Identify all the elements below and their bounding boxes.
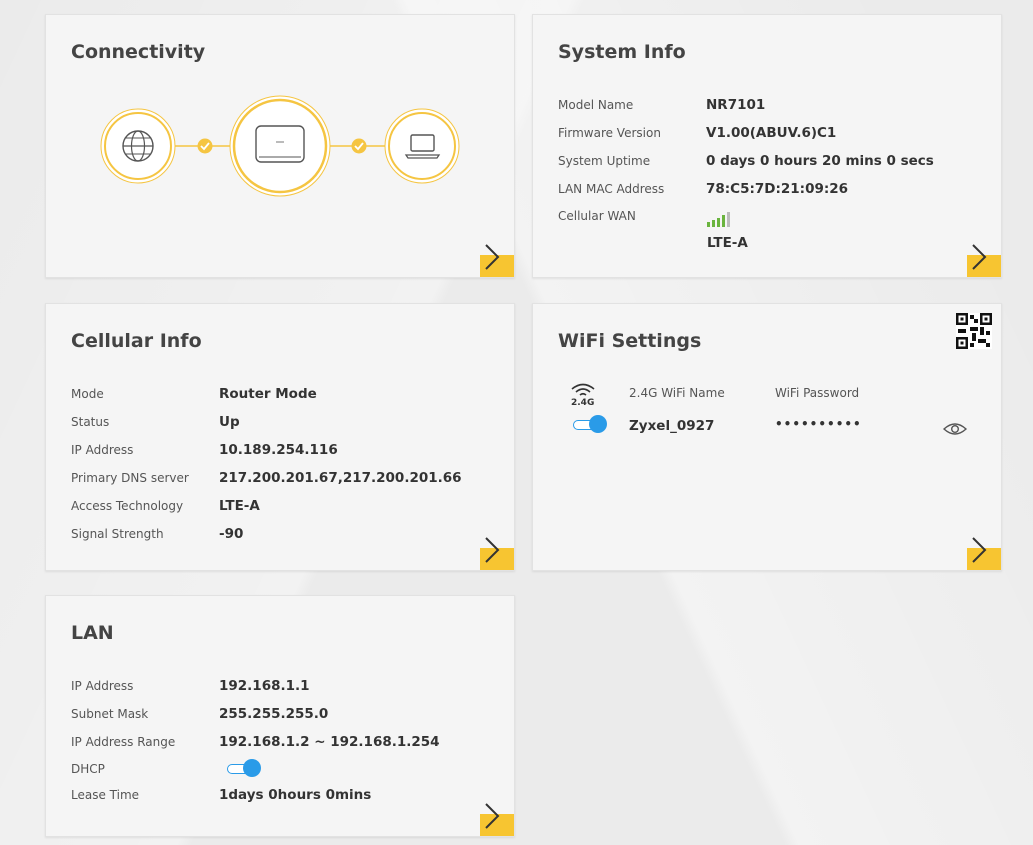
lease-time-label: Lease Time	[71, 788, 140, 802]
info-row: IP Address 192.168.1.1	[71, 678, 310, 694]
info-row: Subnet Mask 255.255.255.0	[71, 706, 328, 722]
cellular-info-title: Cellular Info	[71, 330, 202, 352]
info-value: Up	[219, 414, 240, 430]
cellular-info-more-button[interactable]	[480, 537, 514, 570]
info-value: Router Mode	[219, 386, 317, 402]
info-value: LTE-A	[219, 498, 260, 514]
toggle-knob	[243, 759, 261, 777]
info-value: V1.00(ABUV.6)C1	[706, 125, 837, 141]
info-row: Signal Strength -90	[71, 526, 243, 542]
cellular-wan-value: LTE-A	[707, 235, 748, 251]
qr-code-icon[interactable]	[956, 313, 992, 349]
info-label: System Uptime	[558, 154, 651, 168]
router-icon	[229, 95, 331, 197]
info-row: IP Address Range 192.168.1.2 ~ 192.168.1…	[71, 734, 440, 750]
info-row: Firmware Version V1.00(ABUV.6)C1	[558, 125, 836, 141]
wifi-settings-more-button[interactable]	[967, 537, 1001, 570]
chevron-right-icon	[485, 537, 500, 563]
info-value: 217.200.201.67,217.200.201.66	[219, 470, 462, 486]
check-icon	[197, 138, 213, 154]
wifi-password-header: WiFi Password	[775, 386, 860, 400]
info-row: Lease Time 1days 0hours 0mins	[71, 787, 371, 803]
chevron-right-icon	[485, 803, 500, 829]
dhcp-toggle[interactable]	[227, 759, 261, 779]
wifi-icon	[571, 383, 595, 396]
dhcp-label: DHCP	[71, 762, 105, 776]
info-label: IP Address Range	[71, 735, 176, 749]
info-value: 78:C5:7D:21:09:26	[706, 181, 849, 197]
toggle-knob	[589, 415, 607, 433]
info-label: Subnet Mask	[71, 707, 149, 721]
system-info-more-button[interactable]	[967, 244, 1001, 277]
info-row: IP Address 10.189.254.116	[71, 442, 338, 458]
chevron-right-icon	[485, 244, 500, 270]
info-row: Cellular WAN	[558, 209, 706, 223]
info-label: Access Technology	[71, 499, 184, 513]
wifi-settings-title: WiFi Settings	[558, 330, 702, 352]
lan-card: LAN IP Address 192.168.1.1 Subnet Mask 2…	[45, 595, 515, 837]
wifi-password: ••••••••••	[775, 417, 862, 431]
connectivity-title: Connectivity	[71, 41, 206, 63]
info-row: DHCP	[71, 762, 219, 776]
system-info-card: System Info Model Name NR7101 Firmware V…	[532, 14, 1002, 278]
internet-globe-icon	[100, 108, 176, 184]
info-label: Mode	[71, 387, 104, 401]
signal-strength-icon	[707, 212, 730, 227]
info-row: Mode Router Mode	[71, 386, 317, 402]
lease-time-value: 1days 0hours 0mins	[219, 787, 372, 803]
wifi-enable-toggle[interactable]	[573, 415, 607, 435]
info-label: Primary DNS server	[71, 471, 189, 485]
eye-icon[interactable]	[943, 421, 967, 437]
info-label: Model Name	[558, 98, 634, 112]
info-row: Status Up	[71, 414, 240, 430]
wifi-ssid: Zyxel_0927	[629, 418, 715, 434]
info-value: 255.255.255.0	[219, 706, 329, 722]
chevron-right-icon	[972, 244, 987, 270]
cellular-wan-label: Cellular WAN	[558, 209, 636, 223]
laptop-icon	[384, 108, 460, 184]
lan-more-button[interactable]	[480, 803, 514, 836]
info-value: NR7101	[706, 97, 766, 113]
info-label: Firmware Version	[558, 126, 661, 140]
info-row: Access Technology LTE-A	[71, 498, 260, 514]
info-value: 192.168.1.2 ~ 192.168.1.254	[219, 734, 440, 750]
check-icon	[351, 138, 367, 154]
info-row: LAN MAC Address 78:C5:7D:21:09:26	[558, 181, 848, 197]
info-label: Status	[71, 415, 110, 429]
info-row: System Uptime 0 days 0 hours 20 mins 0 s…	[558, 153, 934, 169]
info-label: IP Address	[71, 443, 134, 457]
info-value: 192.168.1.1	[219, 678, 310, 694]
wifi-settings-card: WiFi Settings 2.4G 2.4G WiFi Name WiFi P…	[532, 303, 1002, 571]
info-label: Signal Strength	[71, 527, 164, 541]
lan-title: LAN	[71, 622, 114, 644]
cellular-info-card: Cellular Info Mode Router Mode Status Up…	[45, 303, 515, 571]
wifi-name-header: 2.4G WiFi Name	[629, 386, 725, 400]
system-info-title: System Info	[558, 41, 686, 63]
info-value: 0 days 0 hours 20 mins 0 secs	[706, 153, 934, 169]
info-row: Primary DNS server 217.200.201.67,217.20…	[71, 470, 462, 486]
connectivity-card: Connectivity	[45, 14, 515, 278]
wifi-band-label: 2.4G	[571, 398, 595, 408]
info-row: Model Name NR7101	[558, 97, 765, 113]
info-label: LAN MAC Address	[558, 182, 665, 196]
connectivity-diagram	[100, 95, 460, 197]
chevron-right-icon	[972, 537, 987, 563]
info-value: 10.189.254.116	[219, 442, 338, 458]
info-value: -90	[219, 526, 244, 542]
info-label: IP Address	[71, 679, 134, 693]
connectivity-more-button[interactable]	[480, 244, 514, 277]
